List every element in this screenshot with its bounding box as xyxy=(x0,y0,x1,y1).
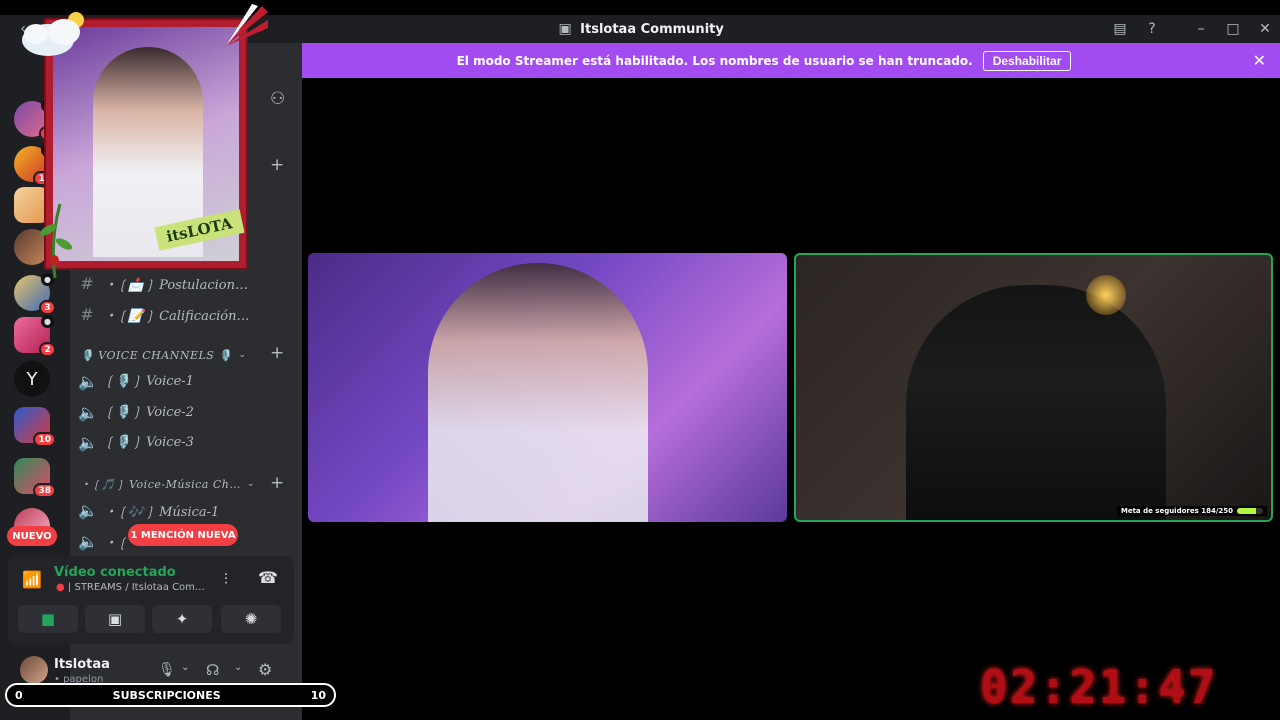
guest-video-frame xyxy=(906,285,1166,520)
disconnect-icon[interactable]: ☎ xyxy=(258,568,278,587)
noise-suppression-icon[interactable]: ⫶ xyxy=(224,570,228,588)
settings-gear-icon[interactable]: ⚙ xyxy=(258,660,272,679)
follower-goal-bar xyxy=(1237,508,1263,514)
video-camera-icon: ■ xyxy=(40,610,56,628)
server-avatar: Y xyxy=(14,361,50,397)
music-category-header[interactable]: ・❲🎵❳ Voice-Música Ch… ⌄ xyxy=(80,474,290,494)
maximize-icon[interactable]: □ xyxy=(1224,20,1242,38)
voice-channel-item[interactable]: 🔈 ・❲🎶❳ Música-1 xyxy=(78,497,288,523)
speaker-icon: 🔈 xyxy=(78,500,98,520)
close-window-icon[interactable]: ✕ xyxy=(1256,20,1274,38)
fan-decoration xyxy=(226,4,268,46)
channel-label: ・❲ xyxy=(104,535,128,551)
voice-connection-panel: 📶 Vídeo conectado ● | STREAMS / Itslotaa… xyxy=(8,556,294,644)
streamer-video-frame xyxy=(428,263,648,522)
lamp-glow xyxy=(1086,275,1126,315)
add-voice-channel-icon[interactable]: + xyxy=(270,343,284,363)
soundboard-button[interactable]: ✺ xyxy=(221,605,281,633)
server-item[interactable]: 10 xyxy=(14,407,56,447)
channel-label: ❲🎙️❳ Voice-1 xyxy=(104,373,194,389)
speaker-icon: ● xyxy=(41,315,54,328)
voice-channel-name[interactable]: | STREAMS / Itslotaa Com… xyxy=(68,582,205,593)
add-channel-icon[interactable]: + xyxy=(270,155,284,175)
server-item[interactable]: ● 17 xyxy=(14,144,56,186)
server-item[interactable]: ● 2 xyxy=(14,315,56,357)
new-unreads-pill[interactable]: NUEVO xyxy=(7,526,57,546)
speaker-icon: 🔈 xyxy=(78,371,98,391)
video-tile-guest[interactable]: Meta de seguidores 184/250 xyxy=(794,253,1273,522)
window-title: Itslotaa Community xyxy=(580,21,724,37)
server-item[interactable]: 38 xyxy=(14,458,56,498)
microphone-icon[interactable]: 🎙 xyxy=(158,662,176,678)
channel-label: ❲🎙️❳ Voice-3 xyxy=(104,434,194,450)
video-tile-streamer[interactable] xyxy=(308,253,787,522)
banner-message: El modo Streamer está habilitado. Los no… xyxy=(456,53,973,68)
voice-channel-item[interactable]: 🔈 ❲🎙️❳ Voice-3 xyxy=(78,429,288,455)
category-label: ・❲🎵❳ Voice-Música Ch… xyxy=(80,478,241,491)
help-icon[interactable]: ? xyxy=(1143,20,1161,38)
voice-category-header[interactable]: 🎙️ VOICE CHANNELS 🎙️ ⌄ xyxy=(80,345,290,365)
minimize-icon[interactable]: – xyxy=(1192,20,1210,38)
sub-goal-label: SUBSCRIPCIONES xyxy=(112,688,221,702)
hashtag-icon: # xyxy=(80,273,94,293)
subscriptions-goal-bar: 0 SUBSCRIPCIONES 10 xyxy=(5,683,336,707)
connection-signal-icon[interactable]: 📶 xyxy=(22,570,42,589)
username: Itslotaa xyxy=(54,657,110,672)
live-dot-icon: ● xyxy=(56,582,65,593)
speaker-icon: 🔈 xyxy=(78,432,98,452)
voice-status: Vídeo conectado xyxy=(54,565,176,580)
new-mention-pill[interactable]: 1 MENCIÓN NUEVA xyxy=(128,524,238,546)
avatar[interactable] xyxy=(20,656,48,684)
chevron-down-icon[interactable]: ⌄ xyxy=(234,662,242,673)
text-channel-item[interactable]: # ・❲📝❳ Calificación… xyxy=(78,301,288,327)
server-icon: ▣ xyxy=(558,21,572,37)
leaf-decoration xyxy=(39,203,73,279)
follower-goal-label: Meta de seguidores 184/250 xyxy=(1120,507,1233,515)
channel-label: ・❲📝❳ Calificación… xyxy=(104,308,250,324)
text-channel-item[interactable]: # ・❲📩❳ Postulacion… xyxy=(78,270,288,296)
unread-badge: 3 xyxy=(39,300,56,315)
unread-badge: 2 xyxy=(39,342,56,357)
close-icon[interactable]: ✕ xyxy=(1253,51,1266,70)
chevron-down-icon: ⌄ xyxy=(246,479,255,489)
inbox-icon[interactable]: ▤ xyxy=(1111,20,1129,38)
activities-icon: ✦ xyxy=(175,610,189,628)
soundboard-icon: ✺ xyxy=(244,610,258,628)
category-label: 🎙️ VOICE CHANNELS 🎙️ xyxy=(80,348,233,362)
sub-goal-start: 0 xyxy=(15,688,23,702)
camera-button[interactable]: ■ xyxy=(18,605,78,633)
invite-people-icon[interactable]: ⚇ xyxy=(270,89,285,109)
unread-badge: 38 xyxy=(33,483,56,498)
follower-goal-widget: Meta de seguidores 184/250 xyxy=(1116,506,1267,516)
add-music-channel-icon[interactable]: + xyxy=(270,473,284,493)
channel-label: ・❲🎶❳ Música-1 xyxy=(104,504,220,520)
sub-goal-end: 10 xyxy=(310,688,326,702)
screen-share-icon: ▣ xyxy=(107,610,123,628)
speaker-icon: 🔈 xyxy=(78,402,98,422)
channel-label: ❲🎙️❳ Voice-2 xyxy=(104,404,194,420)
hashtag-icon: # xyxy=(80,304,94,324)
follower-goal-fill xyxy=(1237,508,1257,514)
share-screen-button[interactable]: ▣ xyxy=(85,605,145,633)
headphones-icon[interactable]: ☊ xyxy=(206,661,219,679)
server-item[interactable]: ● 3 xyxy=(14,273,56,315)
disable-streamer-mode-button[interactable]: Deshabilitar xyxy=(982,50,1072,71)
stream-timer: 02:21:47 xyxy=(980,660,1218,714)
voice-channel-item[interactable]: 🔈 ❲🎙️❳ Voice-2 xyxy=(78,399,288,425)
server-item[interactable]: Y xyxy=(14,361,50,397)
voice-channel-item[interactable]: 🔈 ❲🎙️❳ Voice-1 xyxy=(78,368,288,394)
activities-button[interactable]: ✦ xyxy=(152,605,212,633)
unread-badge: 10 xyxy=(33,432,56,447)
server-item[interactable]: ● 1 xyxy=(14,99,56,141)
channel-label: ・❲📩❳ Postulacion… xyxy=(104,277,248,293)
speaker-icon: 🔈 xyxy=(78,531,98,551)
chevron-down-icon: ⌄ xyxy=(238,350,247,360)
cloud-sun-decoration xyxy=(22,12,84,56)
streamer-mode-banner: El modo Streamer está habilitado. Los no… xyxy=(248,43,1280,78)
chevron-down-icon[interactable]: ⌄ xyxy=(181,662,189,673)
